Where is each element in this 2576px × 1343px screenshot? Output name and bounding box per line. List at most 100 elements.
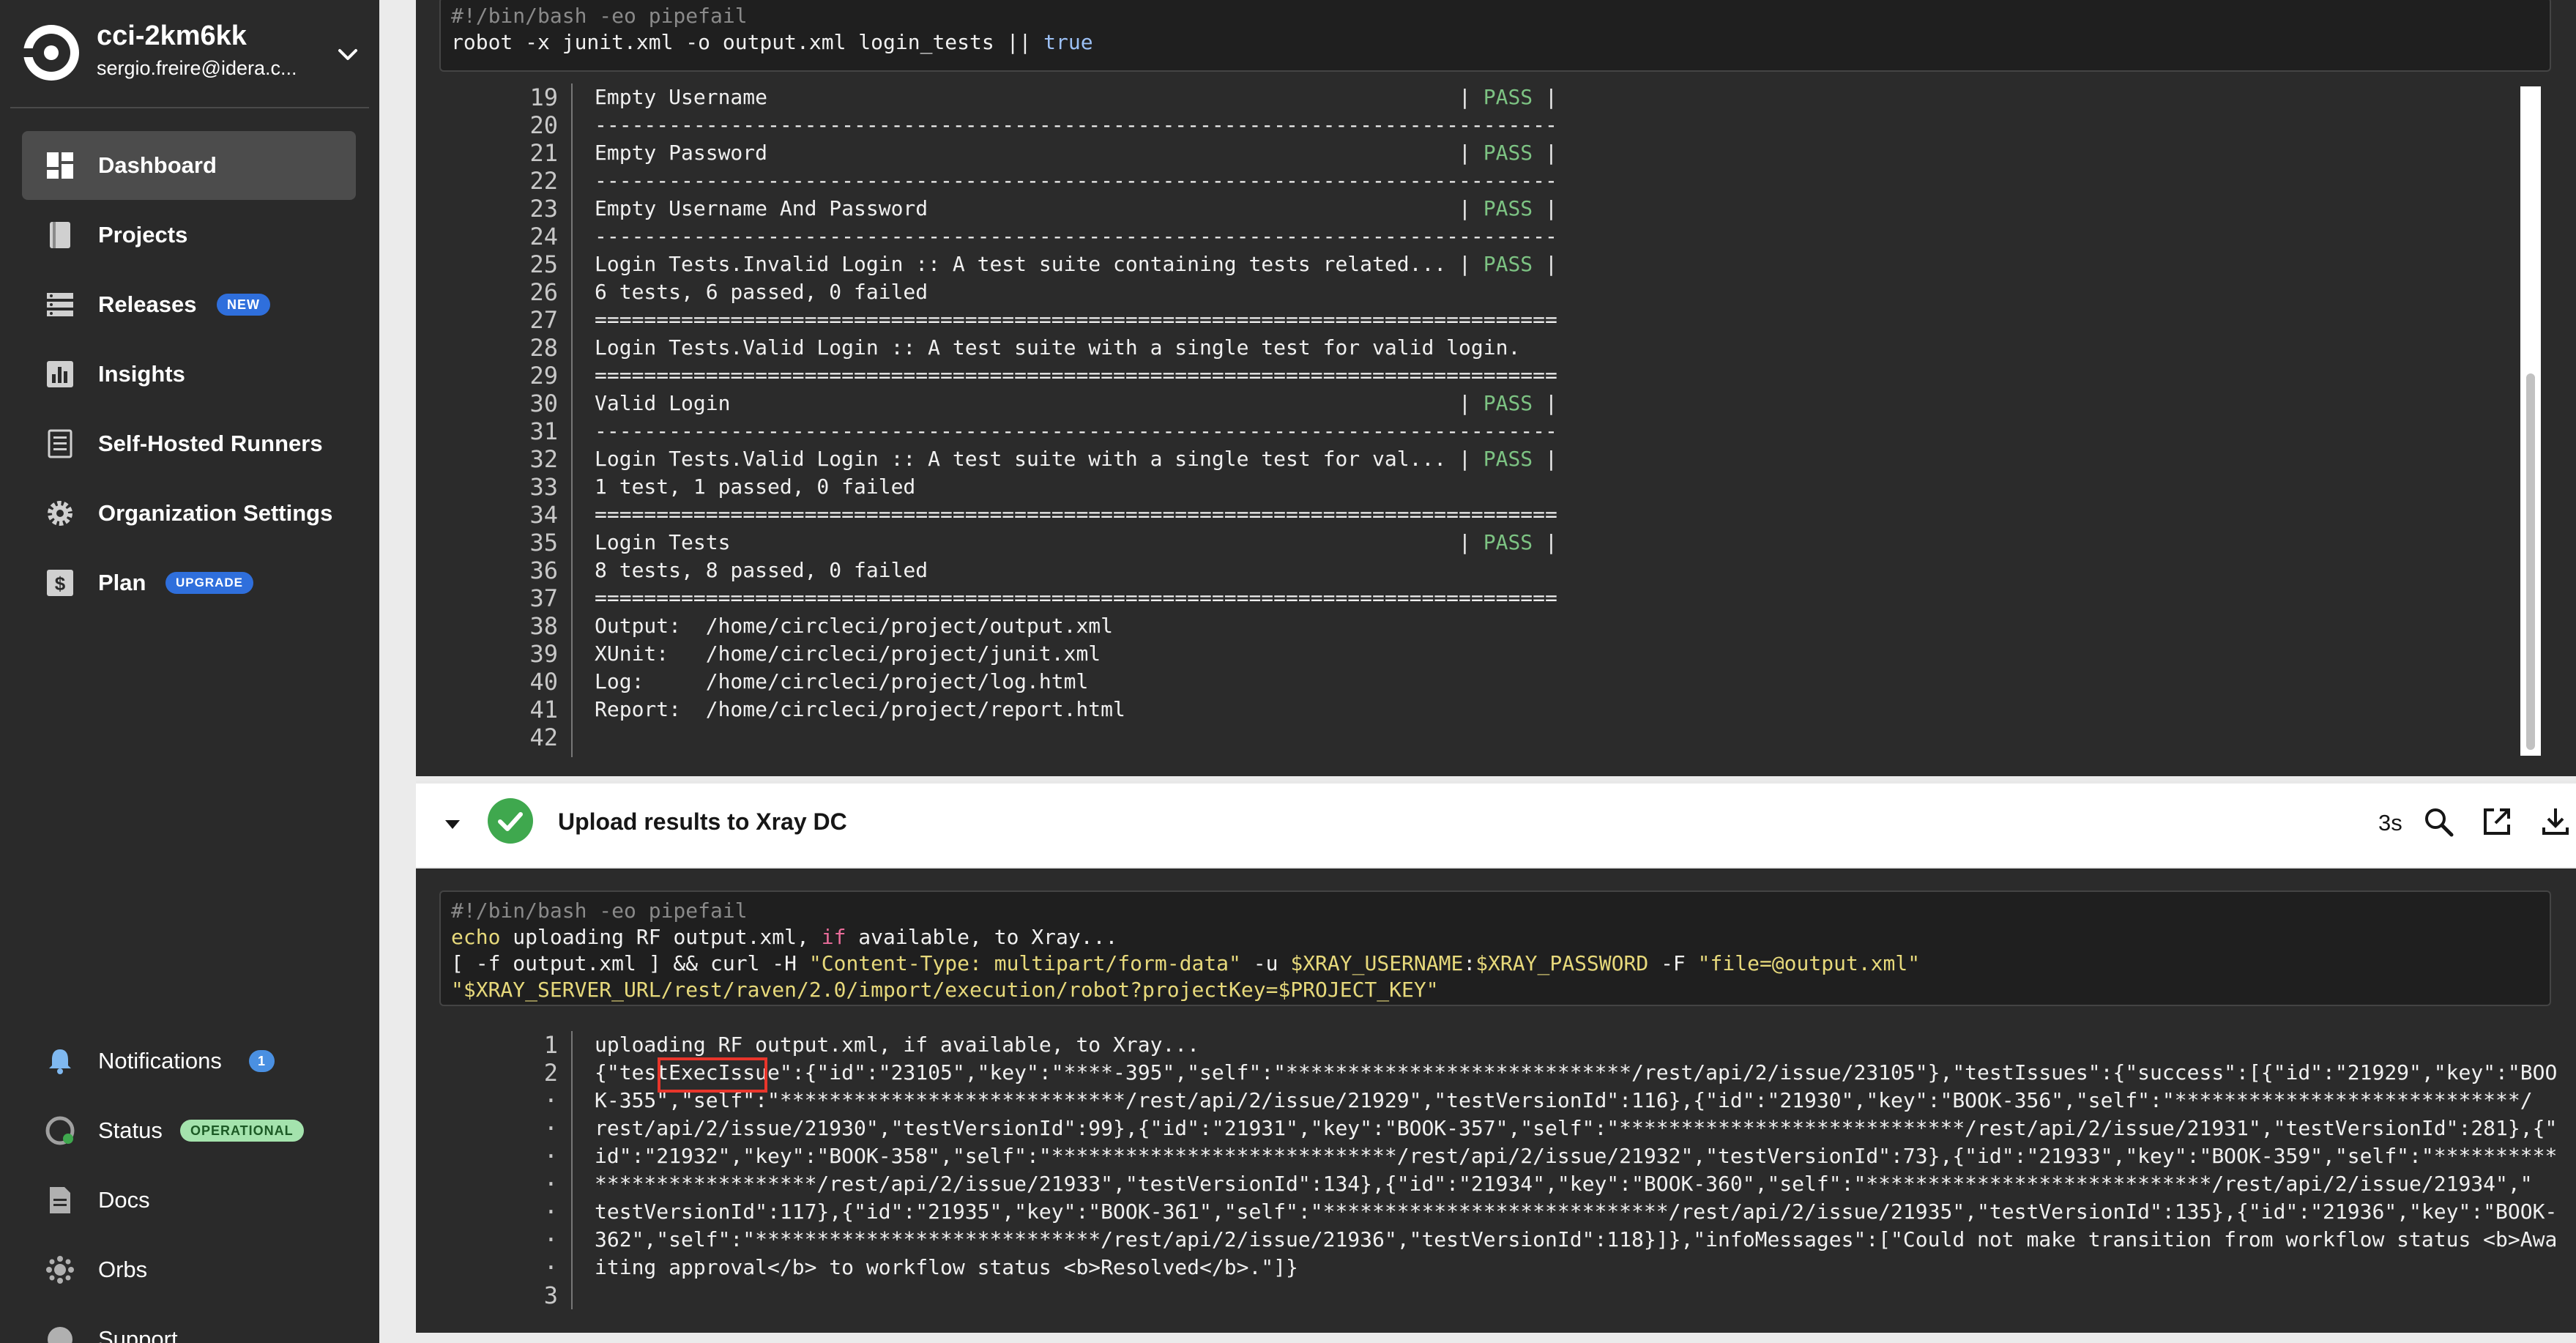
line-number: 30	[529, 390, 558, 417]
output-line: Empty Password | PASS |	[595, 139, 1557, 167]
output-line: ----------------------------------------…	[595, 111, 1557, 139]
line-number: 23	[529, 195, 558, 223]
output-line-text: 1 test, 1 passed, 0 failed	[595, 475, 916, 499]
line-number: ·	[543, 1087, 558, 1115]
output-line: iting approval</b> to workflow status <b…	[595, 1255, 1298, 1279]
line-numbers: 1 2 · · · · · · · 3	[416, 1031, 558, 1309]
org-switcher[interactable]: cci-2km6kk sergio.freire@idera.c...	[21, 16, 365, 89]
download-icon[interactable]	[2539, 806, 2572, 838]
sidebar-item-notifications[interactable]: Notifications 1	[22, 1027, 356, 1095]
cmd-token: :	[1463, 951, 1476, 975]
doc-icon	[50, 1187, 70, 1213]
output-line: Login Tests | PASS |	[595, 529, 1557, 557]
output-line-text: Empty Password |	[595, 141, 1484, 165]
output-line: ========================================…	[595, 306, 1557, 334]
run-tests-terminal: #!/bin/bash -eo pipefail robot -x junit.…	[416, 0, 2576, 776]
cmd-token: "$XRAY_SERVER_URL/rest/raven/2.0/import/…	[451, 978, 1439, 1002]
cmd-token: if	[821, 925, 846, 949]
output-line: Report: /home/circleci/project/report.ht…	[595, 696, 1557, 723]
pass-status: PASS	[1483, 196, 1533, 220]
upgrade-badge: UPGRADE	[165, 572, 254, 594]
bar-chart-icon	[47, 361, 73, 387]
cmd-token: -u	[1240, 951, 1291, 975]
sidebar-item-releases[interactable]: Releases NEW	[22, 270, 356, 339]
output-line-text: Valid Login |	[595, 391, 1484, 415]
sidebar-item-docs[interactable]: Docs	[22, 1166, 356, 1235]
line-number: ·	[543, 1254, 558, 1281]
pass-status: PASS	[1483, 85, 1533, 109]
orbs-icon	[46, 1256, 74, 1284]
sidebar-item-orbs[interactable]: Orbs	[22, 1235, 356, 1304]
line-numbers: 19 20 21 22 23 24 25 26 27 28 29 30 31 32 33 34 35 36 37 38…	[416, 83, 558, 751]
line-number: 37	[529, 584, 558, 612]
output-line-text: ----------------------------------------…	[595, 168, 1557, 193]
gutter-divider	[571, 1031, 573, 1309]
job-steps-panel: #!/bin/bash -eo pipefail robot -x junit.…	[379, 0, 2576, 1343]
highlight-annotation	[658, 1057, 767, 1093]
line-number: ·	[543, 1226, 558, 1254]
sidebar-item-self-hosted-runners[interactable]: Self-Hosted Runners	[22, 409, 356, 478]
line-number: 19	[529, 83, 558, 111]
line-number: ·	[543, 1115, 558, 1142]
output-line-text: XUnit: /home/circleci/project/junit.xml	[595, 641, 1101, 666]
output-line-end: |	[1533, 391, 1557, 415]
line-number: 27	[529, 306, 558, 334]
output-line: ========================================…	[595, 362, 1557, 390]
sidebar-item-label: Self-Hosted Runners	[98, 431, 323, 456]
chevron-down-icon[interactable]	[335, 42, 360, 67]
output-line-end: |	[1533, 252, 1557, 276]
shebang-line: #!/bin/bash -eo pipefail	[451, 4, 748, 28]
sidebar-item-plan[interactable]: $ Plan UPGRADE	[22, 548, 356, 617]
command-text: robot -x junit.xml -o output.xml login_t…	[451, 30, 1044, 54]
cmd-token: $XRAY_PASSWORD	[1475, 951, 1649, 975]
upload-terminal: #!/bin/bash -eo pipefail echo uploading …	[416, 868, 2576, 1333]
cmd-token: "Content-Type: multipart/form-data"	[808, 951, 1241, 975]
output-line: ----------------------------------------…	[595, 223, 1557, 250]
sidebar-item-status[interactable]: Status OPERATIONAL	[22, 1096, 356, 1165]
pass-status: PASS	[1483, 447, 1533, 471]
output-line: Login Tests.Invalid Login :: A test suit…	[595, 250, 1557, 278]
line-number: 1	[543, 1031, 558, 1059]
sidebar-item-organization-settings[interactable]: Organization Settings	[22, 479, 356, 548]
sidebar-item-insights[interactable]: Insights	[22, 340, 356, 409]
output-line: 6 tests, 6 passed, 0 failed	[595, 278, 1557, 306]
line-number: 25	[529, 250, 558, 278]
open-external-icon[interactable]	[2481, 806, 2513, 838]
circleci-logo-icon	[21, 25, 79, 81]
line-number: 42	[529, 723, 558, 751]
sidebar-item-support[interactable]: Support	[22, 1305, 356, 1343]
output-line: id":"21932","key":"BOOK-358","self":"***…	[595, 1144, 2558, 1168]
bell-icon	[49, 1049, 71, 1074]
cmd-token: echo	[451, 925, 501, 949]
sidebar-item-label: Support	[98, 1326, 178, 1343]
sidebar-item-label: Dashboard	[98, 152, 217, 178]
line-number: 29	[529, 362, 558, 390]
sidebar-divider	[10, 107, 369, 108]
output-line-text: ========================================…	[595, 308, 1557, 332]
command-keyword: true	[1043, 30, 1093, 54]
run-output: 19 20 21 22 23 24 25 26 27 28 29 30 31 32 33 34 35 36 37 38…	[416, 83, 2517, 757]
output-text: Empty Username | PASS | -----------------…	[595, 83, 1557, 751]
output-line-text: Report: /home/circleci/project/report.ht…	[595, 697, 1125, 721]
search-icon[interactable]	[2422, 806, 2454, 838]
command-box: #!/bin/bash -eo pipefail echo uploading …	[439, 890, 2551, 1006]
dollar-icon: $	[47, 570, 73, 596]
cmd-token: "file=@output.xml"	[1697, 951, 1921, 975]
output-line: ========================================…	[595, 501, 1557, 529]
scrollbar-thumb[interactable]	[2526, 373, 2535, 750]
sidebar-item-label: Insights	[98, 361, 185, 387]
output-line-text: Login Tests.Valid Login :: A test suite …	[595, 335, 1521, 360]
gutter-divider	[571, 83, 573, 757]
step-header-upload-results[interactable]: Upload results to Xray DC 3s	[416, 781, 2576, 867]
line-number: 32	[529, 445, 558, 473]
line-number: 41	[529, 696, 558, 723]
dashboard-icon	[47, 152, 73, 179]
line-number: ·	[543, 1142, 558, 1170]
sidebar-item-label: Status	[98, 1117, 163, 1143]
book-icon	[50, 222, 70, 248]
sidebar-item-projects[interactable]: Projects	[22, 201, 356, 269]
sidebar-item-dashboard[interactable]: Dashboard	[22, 131, 356, 200]
chevron-down-icon[interactable]	[444, 817, 461, 832]
